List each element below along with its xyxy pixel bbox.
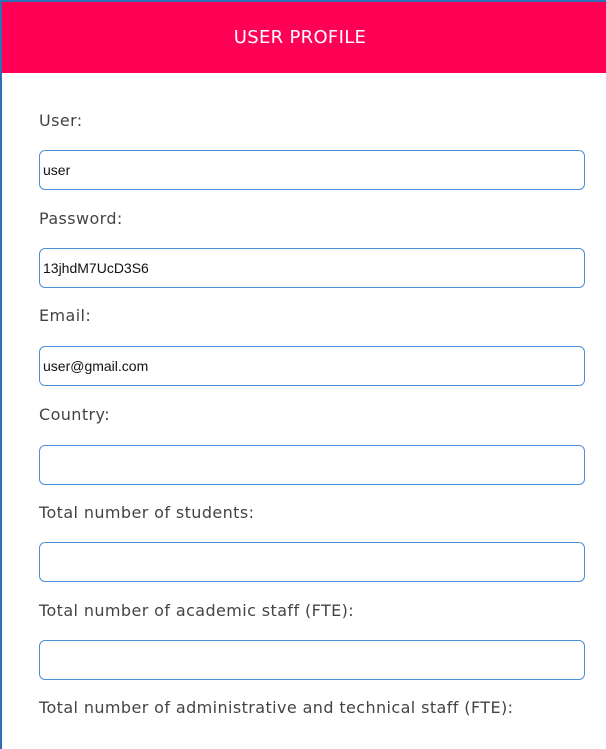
email-input[interactable]	[39, 346, 585, 386]
email-label: Email:	[39, 306, 92, 325]
page-title: USER PROFILE	[233, 27, 367, 48]
country-input[interactable]	[39, 445, 585, 485]
user-profile-panel: USER PROFILE User: Password: Email: Coun…	[0, 0, 606, 749]
students-input[interactable]	[39, 542, 585, 582]
user-label: User:	[39, 111, 83, 130]
academic-staff-label: Total number of academic staff (FTE):	[39, 601, 355, 620]
academic-staff-input[interactable]	[39, 640, 585, 680]
user-input[interactable]	[39, 150, 585, 190]
admin-staff-label: Total number of administrative and techn…	[39, 698, 514, 717]
country-label: Country:	[39, 405, 110, 424]
profile-header: USER PROFILE	[2, 2, 606, 73]
students-label: Total number of students:	[39, 503, 255, 522]
password-input[interactable]	[39, 248, 585, 288]
password-label: Password:	[39, 209, 123, 228]
